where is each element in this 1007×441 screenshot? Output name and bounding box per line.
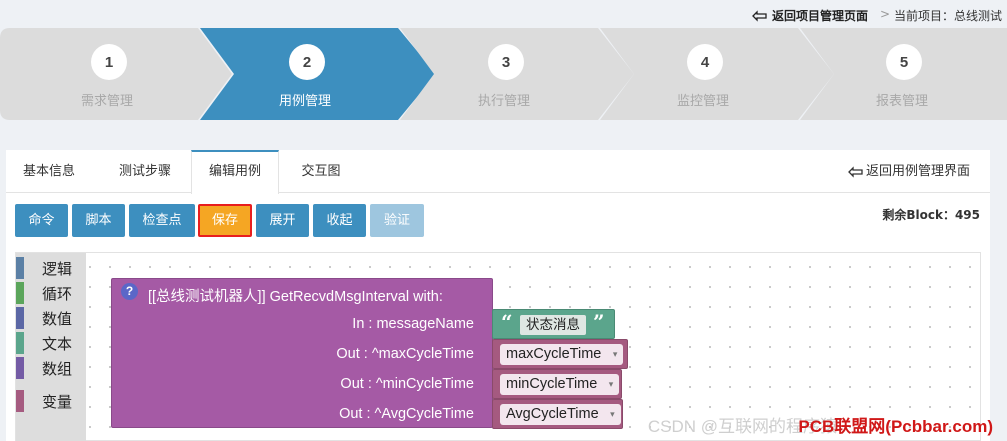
- expand-button[interactable]: 展开: [256, 204, 309, 237]
- remaining-blocks: 剩余Block：495: [882, 208, 980, 222]
- text-value[interactable]: 状态消息: [520, 315, 586, 335]
- tab-bar: 基本信息 测试步骤 编辑用例 交互图 返回用例管理界面: [6, 150, 990, 194]
- tab-test-steps[interactable]: 测试步骤: [102, 150, 188, 193]
- variable-name: minCycleTime: [506, 376, 598, 392]
- back-to-projects-link[interactable]: 返回项目管理页面: [752, 7, 868, 24]
- function-block[interactable]: ? [[总线测试机器人]] GetRecvdMsgInterval with: …: [111, 278, 493, 428]
- step-label: 用例管理: [279, 94, 332, 109]
- save-button[interactable]: 保存: [198, 204, 252, 237]
- param-in-message-name: In : messageName: [352, 316, 474, 332]
- variable-name: AvgCycleTime: [506, 406, 599, 422]
- category-color-bar: [16, 332, 24, 354]
- step-label: 报表管理: [876, 94, 929, 109]
- category-color-bar: [16, 357, 24, 379]
- text-block[interactable]: “ 状态消息 ”: [492, 309, 615, 339]
- category-label: 数组: [42, 359, 73, 378]
- block-toolbox: 逻辑 循环 数值 文本 数组 变量: [16, 253, 86, 441]
- variable-block[interactable]: AvgCycleTime ▾: [492, 399, 623, 429]
- step-number: 1: [91, 44, 127, 80]
- tab-basic-info[interactable]: 基本信息: [6, 150, 92, 193]
- back-to-projects-label: 返回项目管理页面: [772, 9, 869, 23]
- variable-dropdown[interactable]: AvgCycleTime ▾: [500, 404, 621, 425]
- category-color-bar: [16, 257, 24, 279]
- param-out-max-cycle: Out : ^maxCycleTime: [336, 346, 474, 362]
- back-to-case-list-label: 返回用例管理界面: [865, 164, 970, 179]
- step-label: 执行管理: [478, 94, 531, 109]
- category-text[interactable]: 文本: [16, 332, 72, 354]
- variable-block[interactable]: maxCycleTime ▾: [492, 339, 628, 369]
- step-label: 需求管理: [81, 94, 134, 109]
- back-hand-icon: [848, 165, 863, 178]
- category-label: 文本: [42, 334, 73, 353]
- dropdown-arrow-icon: ▾: [608, 379, 614, 389]
- step-number: 4: [687, 44, 723, 80]
- category-label: 数值: [42, 309, 73, 328]
- current-project-label: 当前项目：总线测试: [894, 9, 1003, 23]
- close-quote-icon: ”: [593, 310, 605, 334]
- category-loop[interactable]: 循环: [16, 282, 72, 304]
- dropdown-arrow-icon: ▾: [610, 409, 615, 419]
- step-requirements[interactable]: 1 需求管理: [0, 28, 232, 120]
- category-variable[interactable]: 变量: [16, 390, 72, 412]
- watermark: PCB联盟网(Pcbbar.com): [798, 417, 993, 436]
- block-title: [[总线测试机器人]] GetRecvdMsgInterval with:: [148, 289, 443, 305]
- variable-block[interactable]: minCycleTime ▾: [492, 369, 622, 399]
- back-hand-icon: [752, 9, 767, 22]
- variable-dropdown[interactable]: minCycleTime ▾: [500, 374, 620, 395]
- verify-button[interactable]: 验证: [370, 204, 424, 237]
- help-icon[interactable]: ?: [121, 283, 138, 300]
- category-color-bar: [16, 390, 24, 412]
- collapse-button[interactable]: 收起: [313, 204, 366, 237]
- step-number: 2: [289, 44, 325, 80]
- command-button[interactable]: 命令: [15, 204, 68, 237]
- step-number: 5: [886, 44, 922, 80]
- checkpoint-button[interactable]: 检查点: [129, 204, 195, 237]
- tab-interaction-diagram[interactable]: 交互图: [286, 150, 356, 193]
- category-label: 逻辑: [42, 259, 73, 278]
- category-array[interactable]: 数组: [16, 357, 72, 379]
- tab-edit-case[interactable]: 编辑用例: [191, 150, 279, 194]
- script-button[interactable]: 脚本: [72, 204, 125, 237]
- breadcrumb-separator: >: [880, 7, 891, 21]
- dropdown-arrow-icon: ▾: [612, 349, 618, 359]
- category-label: 变量: [42, 392, 73, 411]
- step-reports[interactable]: 5 报表管理: [800, 28, 1007, 120]
- variable-dropdown[interactable]: maxCycleTime ▾: [500, 344, 624, 365]
- param-out-avg-cycle: Out : ^AvgCycleTime: [339, 406, 474, 422]
- open-quote-icon: “: [501, 310, 513, 334]
- category-logic[interactable]: 逻辑: [16, 257, 72, 279]
- category-color-bar: [16, 307, 24, 329]
- step-label: 监控管理: [677, 94, 730, 109]
- step-number: 3: [488, 44, 524, 80]
- case-editor-panel: 基本信息 测试步骤 编辑用例 交互图 返回用例管理界面 命令 脚本 检查点 保存…: [6, 150, 990, 441]
- category-math[interactable]: 数值: [16, 307, 72, 329]
- back-to-case-list-link[interactable]: 返回用例管理界面: [848, 150, 970, 193]
- topbar: 返回项目管理页面 > 当前项目：总线测试: [0, 0, 1007, 28]
- category-color-bar: [16, 282, 24, 304]
- step-progress: 1 需求管理 2 用例管理 3 执行管理 4 监控管理 5 报表管理: [0, 28, 1007, 120]
- param-out-min-cycle: Out : ^minCycleTime: [340, 376, 474, 392]
- variable-name: maxCycleTime: [506, 346, 602, 362]
- category-label: 循环: [42, 284, 73, 303]
